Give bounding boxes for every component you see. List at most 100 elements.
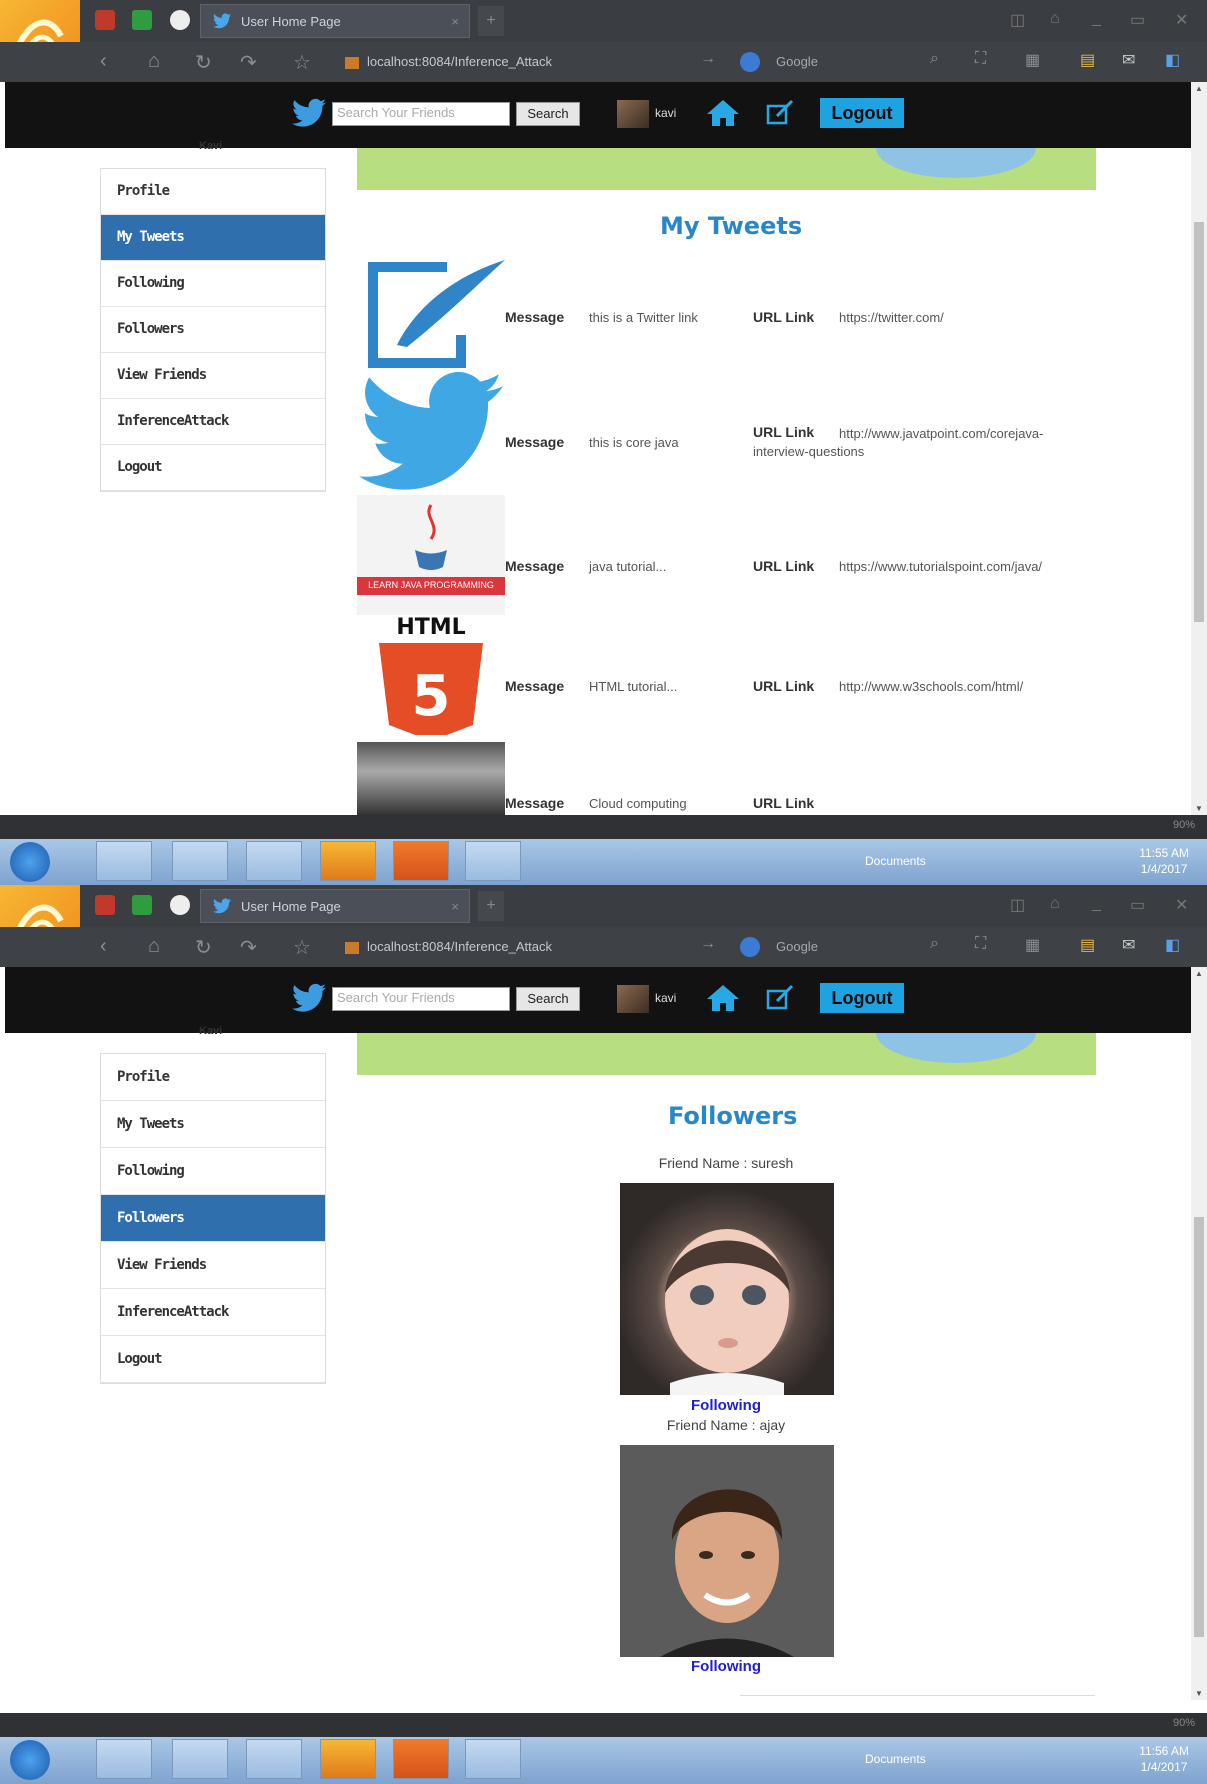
- browser-tab[interactable]: User Home Page ×: [200, 4, 470, 38]
- clock[interactable]: 11:55 AM 1/4/2017: [1139, 845, 1189, 877]
- shirt-icon[interactable]: ⌂: [1050, 10, 1060, 28]
- glassfish-taskbar-icon[interactable]: [393, 1739, 449, 1779]
- sidebar-item-logout[interactable]: Logout: [101, 445, 325, 491]
- home-icon[interactable]: [705, 98, 741, 128]
- minimize-icon[interactable]: _: [1092, 10, 1101, 28]
- tweet-url[interactable]: https://twitter.com/: [839, 310, 1179, 325]
- friend-search-input[interactable]: Search Your Friends: [332, 102, 510, 126]
- new-tab-button[interactable]: +: [478, 6, 504, 36]
- sidebar-item-my-tweets[interactable]: My Tweets: [101, 215, 325, 261]
- close-tab-icon[interactable]: ×: [451, 5, 459, 39]
- documents-toolbar[interactable]: Documents: [865, 1752, 926, 1766]
- sidebar-item-profile[interactable]: Profile: [101, 169, 325, 215]
- sheets-icon[interactable]: [132, 895, 152, 915]
- explorer-taskbar-icon[interactable]: [96, 1739, 152, 1779]
- virtualbox-taskbar-icon[interactable]: [172, 1739, 228, 1779]
- page-scrollbar[interactable]: ▲ ▼: [1191, 82, 1207, 815]
- following-link[interactable]: Following: [526, 1658, 926, 1675]
- mail-icon[interactable]: [95, 895, 115, 915]
- search-engine-field[interactable]: Google: [740, 50, 950, 74]
- bookmark-star-icon[interactable]: ☆: [293, 935, 311, 960]
- word-taskbar-icon[interactable]: [465, 841, 521, 881]
- forward-icon[interactable]: →: [700, 50, 716, 68]
- avatar[interactable]: [617, 985, 649, 1013]
- logout-button[interactable]: Logout: [820, 98, 904, 128]
- extension-icon[interactable]: ◧: [1165, 50, 1180, 70]
- page-scrollbar[interactable]: ▲ ▼: [1191, 967, 1207, 1700]
- grid-icon[interactable]: ▦: [1025, 50, 1040, 70]
- compose-icon[interactable]: [765, 98, 795, 126]
- close-tab-icon[interactable]: ×: [451, 890, 459, 924]
- screenshot-icon[interactable]: ⛶: [975, 50, 986, 68]
- following-link[interactable]: Following: [526, 1397, 926, 1414]
- back-icon[interactable]: ‹: [100, 50, 107, 73]
- search-icon[interactable]: ⌕: [930, 935, 939, 953]
- tweet-url[interactable]: http://www.javatpoint.com/corejava-inter…: [753, 425, 1083, 461]
- search-engine-field[interactable]: Google: [740, 935, 950, 959]
- undo-icon[interactable]: ↷: [240, 935, 257, 960]
- home-icon[interactable]: ⌂: [148, 50, 160, 73]
- scroll-up-icon[interactable]: ▲: [1195, 969, 1203, 978]
- sidebar-item-following[interactable]: Following: [101, 261, 325, 307]
- search-icon[interactable]: ⌕: [930, 50, 939, 68]
- forward-icon[interactable]: →: [700, 935, 716, 953]
- glassfish-taskbar-icon[interactable]: [393, 841, 449, 881]
- sidebar-item-logout[interactable]: Logout: [101, 1336, 325, 1383]
- maximize-icon[interactable]: ▭: [1130, 895, 1145, 915]
- mail-icon[interactable]: [95, 10, 115, 30]
- home-icon[interactable]: ⌂: [148, 935, 160, 958]
- scroll-down-icon[interactable]: ▼: [1195, 804, 1203, 813]
- logout-button[interactable]: Logout: [820, 983, 904, 1013]
- reload-icon[interactable]: ↻: [195, 50, 212, 75]
- sheets-icon[interactable]: [132, 10, 152, 30]
- mail-icon[interactable]: ✉: [1122, 935, 1135, 955]
- sidebar-item-following[interactable]: Following: [101, 1148, 325, 1195]
- search-button[interactable]: Search: [516, 102, 580, 126]
- sidebar-item-my-tweets[interactable]: My Tweets: [101, 1101, 325, 1148]
- close-window-icon[interactable]: ✕: [1175, 895, 1188, 915]
- start-button[interactable]: [10, 842, 50, 882]
- chrome-icon[interactable]: [170, 10, 190, 30]
- sidebar-item-view-friends[interactable]: View Friends: [101, 1242, 325, 1289]
- extension-icon[interactable]: ◧: [1165, 935, 1180, 955]
- sidebar-item-followers[interactable]: Followers: [101, 307, 325, 353]
- scroll-thumb[interactable]: [1194, 1217, 1204, 1637]
- notes-icon[interactable]: ▤: [1080, 50, 1095, 70]
- reload-icon[interactable]: ↻: [195, 935, 212, 960]
- maximize-icon[interactable]: ▭: [1130, 10, 1145, 30]
- window-icon[interactable]: ◫: [1010, 10, 1025, 30]
- sidebar-item-followers[interactable]: Followers: [101, 1195, 325, 1242]
- sidebar-item-profile[interactable]: Profile: [101, 1054, 325, 1101]
- tweet-url[interactable]: https://www.tutorialspoint.com/java/: [839, 559, 1179, 574]
- undo-icon[interactable]: ↷: [240, 50, 257, 75]
- tweet-url[interactable]: http://www.w3schools.com/html/: [839, 679, 1179, 694]
- url-field[interactable]: localhost:8084/Inference_Attack: [345, 935, 675, 959]
- sidebar-item-inference-attack[interactable]: InferenceAttack: [101, 399, 325, 445]
- sidebar-item-inference-attack[interactable]: InferenceAttack: [101, 1289, 325, 1336]
- documents-toolbar[interactable]: Documents: [865, 854, 926, 868]
- friend-search-input[interactable]: Search Your Friends: [332, 987, 510, 1011]
- scroll-up-icon[interactable]: ▲: [1195, 84, 1203, 93]
- shirt-icon[interactable]: ⌂: [1050, 895, 1060, 913]
- app-taskbar-icon[interactable]: [246, 841, 302, 881]
- scroll-thumb[interactable]: [1194, 222, 1204, 622]
- app-taskbar-icon[interactable]: [246, 1739, 302, 1779]
- minimize-icon[interactable]: _: [1092, 895, 1101, 913]
- home-icon[interactable]: [705, 983, 741, 1013]
- back-icon[interactable]: ‹: [100, 935, 107, 958]
- close-window-icon[interactable]: ✕: [1175, 10, 1188, 30]
- zoom-level[interactable]: 90%: [1173, 1717, 1195, 1729]
- search-button[interactable]: Search: [516, 987, 580, 1011]
- mail-icon[interactable]: ✉: [1122, 50, 1135, 70]
- start-button[interactable]: [10, 1740, 50, 1780]
- url-field[interactable]: localhost:8084/Inference_Attack: [345, 50, 675, 74]
- chrome-icon[interactable]: [170, 895, 190, 915]
- browser-tab[interactable]: User Home Page ×: [200, 889, 470, 923]
- screenshot-icon[interactable]: ⛶: [975, 935, 986, 953]
- clock[interactable]: 11:56 AM 1/4/2017: [1139, 1743, 1189, 1775]
- uc-browser-taskbar-icon[interactable]: [320, 841, 376, 881]
- grid-icon[interactable]: ▦: [1025, 935, 1040, 955]
- notes-icon[interactable]: ▤: [1080, 935, 1095, 955]
- word-taskbar-icon[interactable]: [465, 1739, 521, 1779]
- sidebar-item-view-friends[interactable]: View Friends: [101, 353, 325, 399]
